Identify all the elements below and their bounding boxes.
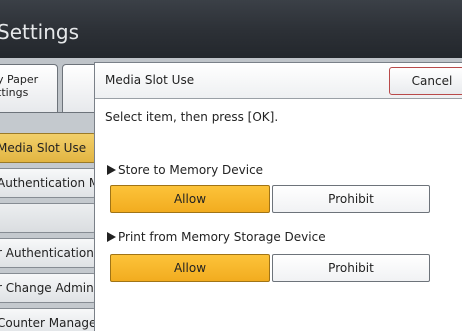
dialog-titlebar: Media Slot Use Cancel [95, 63, 462, 99]
menu-item-authentication[interactable]: r Authentication [0, 238, 96, 268]
left-menu-panel: Media Slot Use Authentication Mar r Auth… [0, 112, 100, 331]
dialog-title: Media Slot Use [105, 73, 195, 87]
instruction-text: Select item, then press [OK]. [105, 110, 279, 124]
store-prohibit-button[interactable]: Prohibit [272, 185, 430, 213]
menu-item-blank[interactable] [0, 203, 96, 233]
header-bar: Settings [0, 0, 462, 58]
triangle-right-icon [107, 232, 116, 242]
page-title: Settings [0, 20, 80, 44]
triangle-right-icon [107, 165, 116, 175]
print-prohibit-button[interactable]: Prohibit [272, 254, 430, 282]
menu-item-media-slot-use[interactable]: Media Slot Use [0, 133, 96, 163]
section-store-text: Store to Memory Device [118, 163, 264, 177]
menu-item-authentication-management[interactable]: Authentication Mar [0, 168, 96, 198]
store-allow-button[interactable]: Allow [110, 185, 270, 213]
cancel-button[interactable]: Cancel [389, 67, 462, 95]
media-slot-use-dialog: Media Slot Use Cancel Select item, then … [94, 62, 462, 331]
menu-item-change-administrator[interactable]: r Change Admin [0, 273, 96, 303]
print-allow-button[interactable]: Allow [110, 254, 270, 282]
section-print-text: Print from Memory Storage Device [118, 230, 326, 244]
section-print-label: Print from Memory Storage Device [107, 230, 326, 244]
tab-label-line1: y Paper [0, 73, 39, 86]
section-store-label: Store to Memory Device [107, 163, 263, 177]
tab-label-line2: ttings [0, 86, 29, 99]
menu-item-counter-manager[interactable]: Counter Manager [0, 308, 96, 331]
tab-paper-settings[interactable]: y Paper ttings [0, 64, 58, 114]
